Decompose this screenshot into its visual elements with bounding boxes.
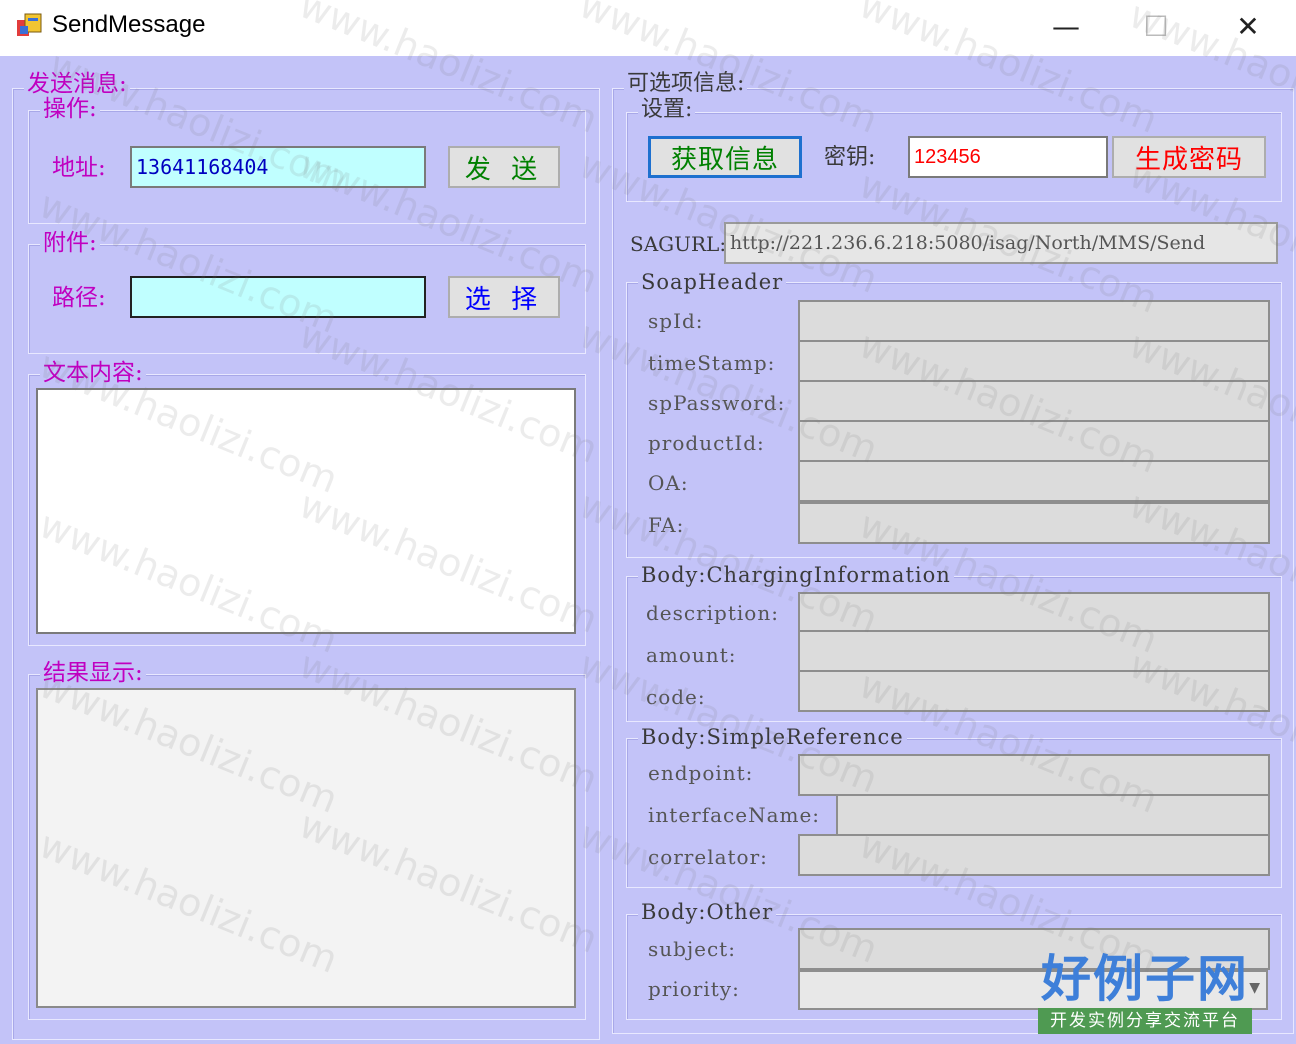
app-icon [16,12,44,40]
minimize-icon: — [1052,9,1080,43]
close-button[interactable]: ✕ [1202,0,1294,52]
sppassword-input[interactable] [798,380,1270,422]
timestamp-label: timeStamp: [648,351,776,375]
timestamp-input[interactable] [798,340,1270,382]
subject-label: subject: [648,937,736,961]
oa-input[interactable] [798,460,1270,502]
code-input[interactable] [798,670,1270,712]
priority-label: priority: [648,977,740,1001]
address-label: 地址: [52,155,106,181]
path-input[interactable] [130,276,426,318]
text-content-textarea[interactable] [36,388,576,634]
sppassword-label: spPassword: [648,391,786,415]
fa-label: FA: [648,513,685,537]
key-label: 密钥: [824,145,876,170]
path-label: 路径: [52,285,106,311]
result-group-label: 结果显示: [40,659,146,687]
maximize-icon: ☐ [1143,9,1169,43]
charging-info-group-label: Body:ChargingInformation [638,561,954,589]
text-content-group-label: 文本内容: [40,359,146,387]
send-message-group-label: 发送消息: [24,70,130,98]
productid-label: productId: [648,431,765,455]
optional-info-group-label: 可选项信息: [624,70,748,98]
amount-label: amount: [646,643,737,667]
get-info-button[interactable]: 获取信息 [648,136,802,178]
correlator-label: correlator: [648,845,768,869]
oa-label: OA: [648,471,689,495]
close-icon: ✕ [1236,9,1260,43]
code-label: code: [646,685,706,709]
address-input[interactable] [130,146,426,188]
interfacename-input[interactable] [836,794,1270,836]
brand-watermark-subtitle: 开发实例分享交流平台 [1038,1008,1252,1034]
maximize-button[interactable]: ☐ [1110,0,1202,52]
brand-watermark: 好例子网 开发实例分享交流平台 [1038,950,1252,1036]
interfacename-label: interfaceName: [648,803,821,827]
spid-input[interactable] [798,300,1270,342]
fa-input[interactable] [798,502,1270,544]
simple-reference-group-label: Body:SimpleReference [638,723,907,751]
window-title: SendMessage [52,11,206,38]
soap-header-group-label: SoapHeader [638,268,787,296]
sagurl-input[interactable] [724,222,1278,264]
minimize-button[interactable]: — [1020,0,1112,52]
attachment-group-label: 附件: [40,229,100,257]
send-button[interactable]: 发 送 [448,146,560,188]
sagurl-label: SAGURL: [630,232,727,256]
settings-group-label: 设置: [638,96,696,124]
spid-label: spId: [648,309,704,333]
result-textarea[interactable] [36,688,576,1008]
endpoint-label: endpoint: [648,761,754,785]
key-input[interactable] [908,136,1108,178]
other-group-label: Body:Other [638,898,777,926]
description-label: description: [646,601,779,625]
description-input[interactable] [798,592,1270,634]
select-file-button[interactable]: 选 择 [448,276,560,318]
brand-watermark-title: 好例子网 [1041,950,1249,1008]
endpoint-input[interactable] [798,754,1270,796]
correlator-input[interactable] [798,834,1270,876]
generate-key-button[interactable]: 生成密码 [1112,136,1266,178]
amount-input[interactable] [798,630,1270,672]
operation-group-label: 操作: [40,95,100,123]
productid-input[interactable] [798,420,1270,462]
